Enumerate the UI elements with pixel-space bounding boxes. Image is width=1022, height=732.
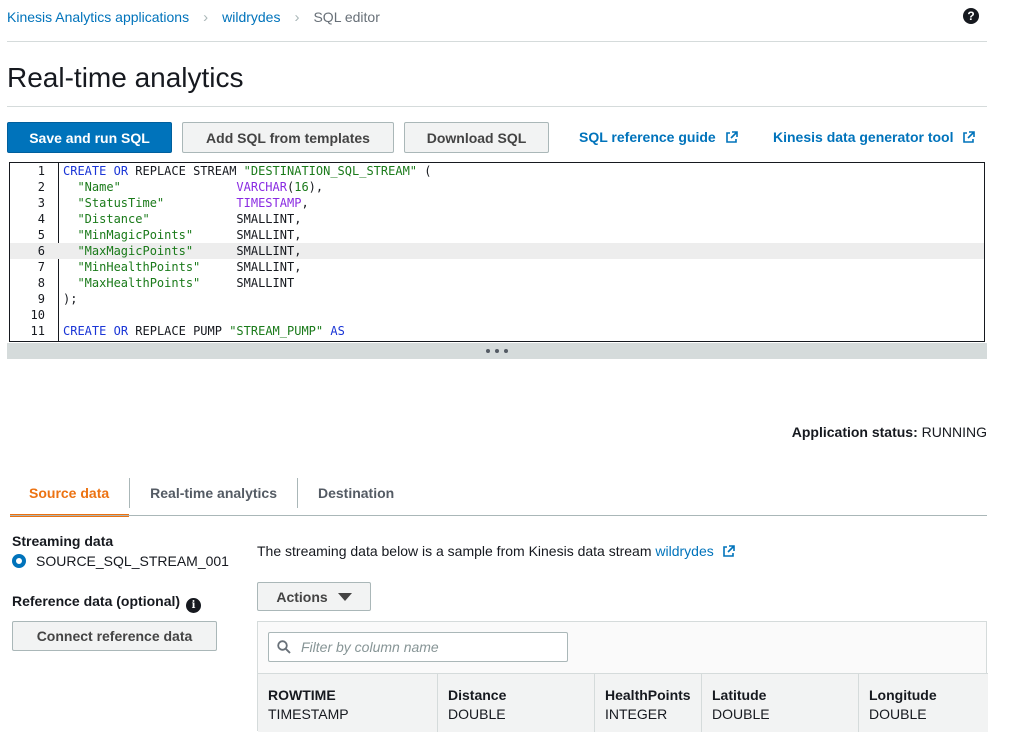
resize-dot-icon: [486, 349, 490, 353]
column-header[interactable]: Distance DOUBLE: [438, 674, 595, 732]
reference-data-label: Reference data (optional): [12, 593, 181, 609]
code-line[interactable]: 5 "MinMagicPoints" SMALLINT,: [10, 227, 984, 243]
stream-name: SOURCE_SQL_STREAM_001: [36, 553, 229, 569]
code-text: );: [63, 292, 78, 306]
data-generator-label: Kinesis data generator tool: [773, 129, 954, 145]
column-name: ROWTIME: [268, 687, 336, 703]
divider: [10, 515, 987, 516]
download-sql-button[interactable]: Download SQL: [404, 122, 549, 153]
chevron-right-icon: ›: [294, 8, 300, 26]
column-type: DOUBLE: [869, 706, 927, 722]
reference-data-heading: Reference data (optional) i: [12, 593, 202, 613]
connect-reference-data-button[interactable]: Connect reference data: [12, 621, 217, 651]
page-title: Real-time analytics: [7, 62, 244, 93]
divider: [7, 106, 987, 107]
table-header: ROWTIME TIMESTAMP Distance DOUBLE Health…: [258, 673, 988, 732]
line-number: 4: [37, 212, 45, 226]
sql-editor[interactable]: 1 CREATE OR REPLACE STREAM "DESTINATION_S…: [9, 162, 985, 342]
editor-resize-handle[interactable]: [7, 343, 987, 359]
code-line[interactable]: 3 "StatusTime" TIMESTAMP,: [10, 195, 984, 211]
code-line[interactable]: 4 "Distance" SMALLINT,: [10, 211, 984, 227]
stream-link[interactable]: wildrydes: [655, 543, 713, 559]
code-line[interactable]: 6 "MaxMagicPoints" SMALLINT,: [10, 243, 984, 259]
resize-dot-icon: [495, 349, 499, 353]
sql-reference-link[interactable]: SQL reference guide: [579, 129, 738, 145]
stream-radio-option[interactable]: SOURCE_SQL_STREAM_001: [12, 553, 229, 569]
code-text: "MinHealthPoints" SMALLINT,: [77, 260, 302, 274]
line-number: 9: [37, 292, 45, 306]
actions-label: Actions: [276, 588, 328, 605]
external-link-icon: [725, 130, 738, 143]
external-link-icon: [722, 544, 735, 557]
save-and-run-button[interactable]: Save and run SQL: [7, 122, 172, 153]
caret-down-icon: [337, 592, 352, 601]
stream-description: The streaming data below is a sample fro…: [257, 543, 735, 559]
streaming-data-label: Streaming data: [12, 533, 114, 549]
line-number: 6: [37, 244, 45, 258]
line-number: 11: [30, 324, 45, 338]
actions-dropdown[interactable]: Actions: [257, 582, 371, 611]
code-text: "StatusTime" TIMESTAMP,: [77, 196, 309, 210]
code-line[interactable]: 2 "Name" VARCHAR(16),: [10, 179, 984, 195]
line-number: 7: [37, 260, 45, 274]
column-header[interactable]: Latitude DOUBLE: [702, 674, 859, 732]
application-status-value: RUNNING: [921, 424, 987, 440]
resize-dot-icon: [504, 349, 508, 353]
chevron-right-icon: ›: [203, 8, 209, 26]
code-text: "MinMagicPoints" SMALLINT,: [77, 228, 302, 242]
column-type: DOUBLE: [712, 706, 770, 722]
code-text: "MaxMagicPoints" SMALLINT,: [77, 244, 302, 258]
column-name: HealthPoints: [605, 687, 691, 703]
column-header[interactable]: Longitude DOUBLE: [859, 674, 988, 732]
application-status: Application status: RUNNING: [792, 424, 987, 440]
column-header[interactable]: HealthPoints INTEGER: [595, 674, 702, 732]
tab-destination[interactable]: Destination: [298, 470, 414, 516]
tab-real-time-analytics[interactable]: Real-time analytics: [130, 470, 297, 516]
line-number: 1: [37, 164, 45, 178]
line-number: 2: [37, 180, 45, 194]
add-sql-templates-button[interactable]: Add SQL from templates: [182, 122, 394, 153]
divider: [7, 41, 987, 42]
line-number: 5: [37, 228, 45, 242]
code-text: "Name" VARCHAR(16),: [77, 180, 324, 194]
code-text: "MaxHealthPoints" SMALLINT: [77, 276, 295, 290]
breadcrumb: Kinesis Analytics applications › wildryd…: [7, 7, 380, 27]
tab-bar: Source data Real-time analytics Destinat…: [10, 470, 414, 517]
column-type: INTEGER: [605, 706, 668, 722]
column-name: Longitude: [869, 687, 937, 703]
code-line[interactable]: 11 CREATE OR REPLACE PUMP "STREAM_PUMP" A…: [10, 323, 984, 339]
code-text: CREATE OR REPLACE PUMP "STREAM_PUMP" AS: [63, 324, 345, 338]
application-status-label: Application status:: [791, 424, 918, 440]
breadcrumb-kinesis-analytics[interactable]: Kinesis Analytics applications: [7, 9, 189, 25]
tab-source-data[interactable]: Source data: [10, 470, 130, 517]
external-link-icon: [963, 130, 976, 143]
column-header[interactable]: ROWTIME TIMESTAMP: [258, 674, 438, 732]
code-text: CREATE OR REPLACE STREAM "DESTINATION_SQ…: [63, 164, 432, 178]
line-number: 10: [30, 308, 45, 322]
code-line[interactable]: 7 "MinHealthPoints" SMALLINT,: [10, 259, 984, 275]
code-line[interactable]: 9);: [10, 291, 984, 307]
filter-input[interactable]: [299, 638, 549, 656]
search-icon: [277, 640, 291, 654]
code-line[interactable]: 10: [10, 307, 984, 323]
code-text: "Distance" SMALLINT,: [77, 212, 302, 226]
code-line[interactable]: 8 "MaxHealthPoints" SMALLINT: [10, 275, 984, 291]
code-line[interactable]: 1 CREATE OR REPLACE STREAM "DESTINATION_S…: [10, 163, 984, 179]
column-name: Latitude: [712, 687, 767, 703]
data-generator-link[interactable]: Kinesis data generator tool: [773, 129, 976, 145]
column-type: TIMESTAMP: [268, 706, 349, 722]
line-number: 3: [37, 196, 45, 210]
breadcrumb-current: SQL editor: [313, 9, 380, 25]
breadcrumb-wildrydes[interactable]: wildrydes: [222, 9, 280, 25]
stream-description-text: The streaming data below is a sample fro…: [257, 543, 652, 559]
data-table: ROWTIME TIMESTAMP Distance DOUBLE Health…: [257, 621, 988, 732]
radio-selected-icon[interactable]: [12, 554, 26, 568]
help-icon[interactable]: ?: [963, 8, 979, 24]
filter-field[interactable]: [268, 632, 568, 662]
line-number: 8: [37, 276, 45, 290]
column-type: DOUBLE: [448, 706, 506, 722]
sql-reference-label: SQL reference guide: [579, 129, 716, 145]
column-name: Distance: [448, 687, 507, 703]
info-icon[interactable]: i: [186, 598, 202, 613]
